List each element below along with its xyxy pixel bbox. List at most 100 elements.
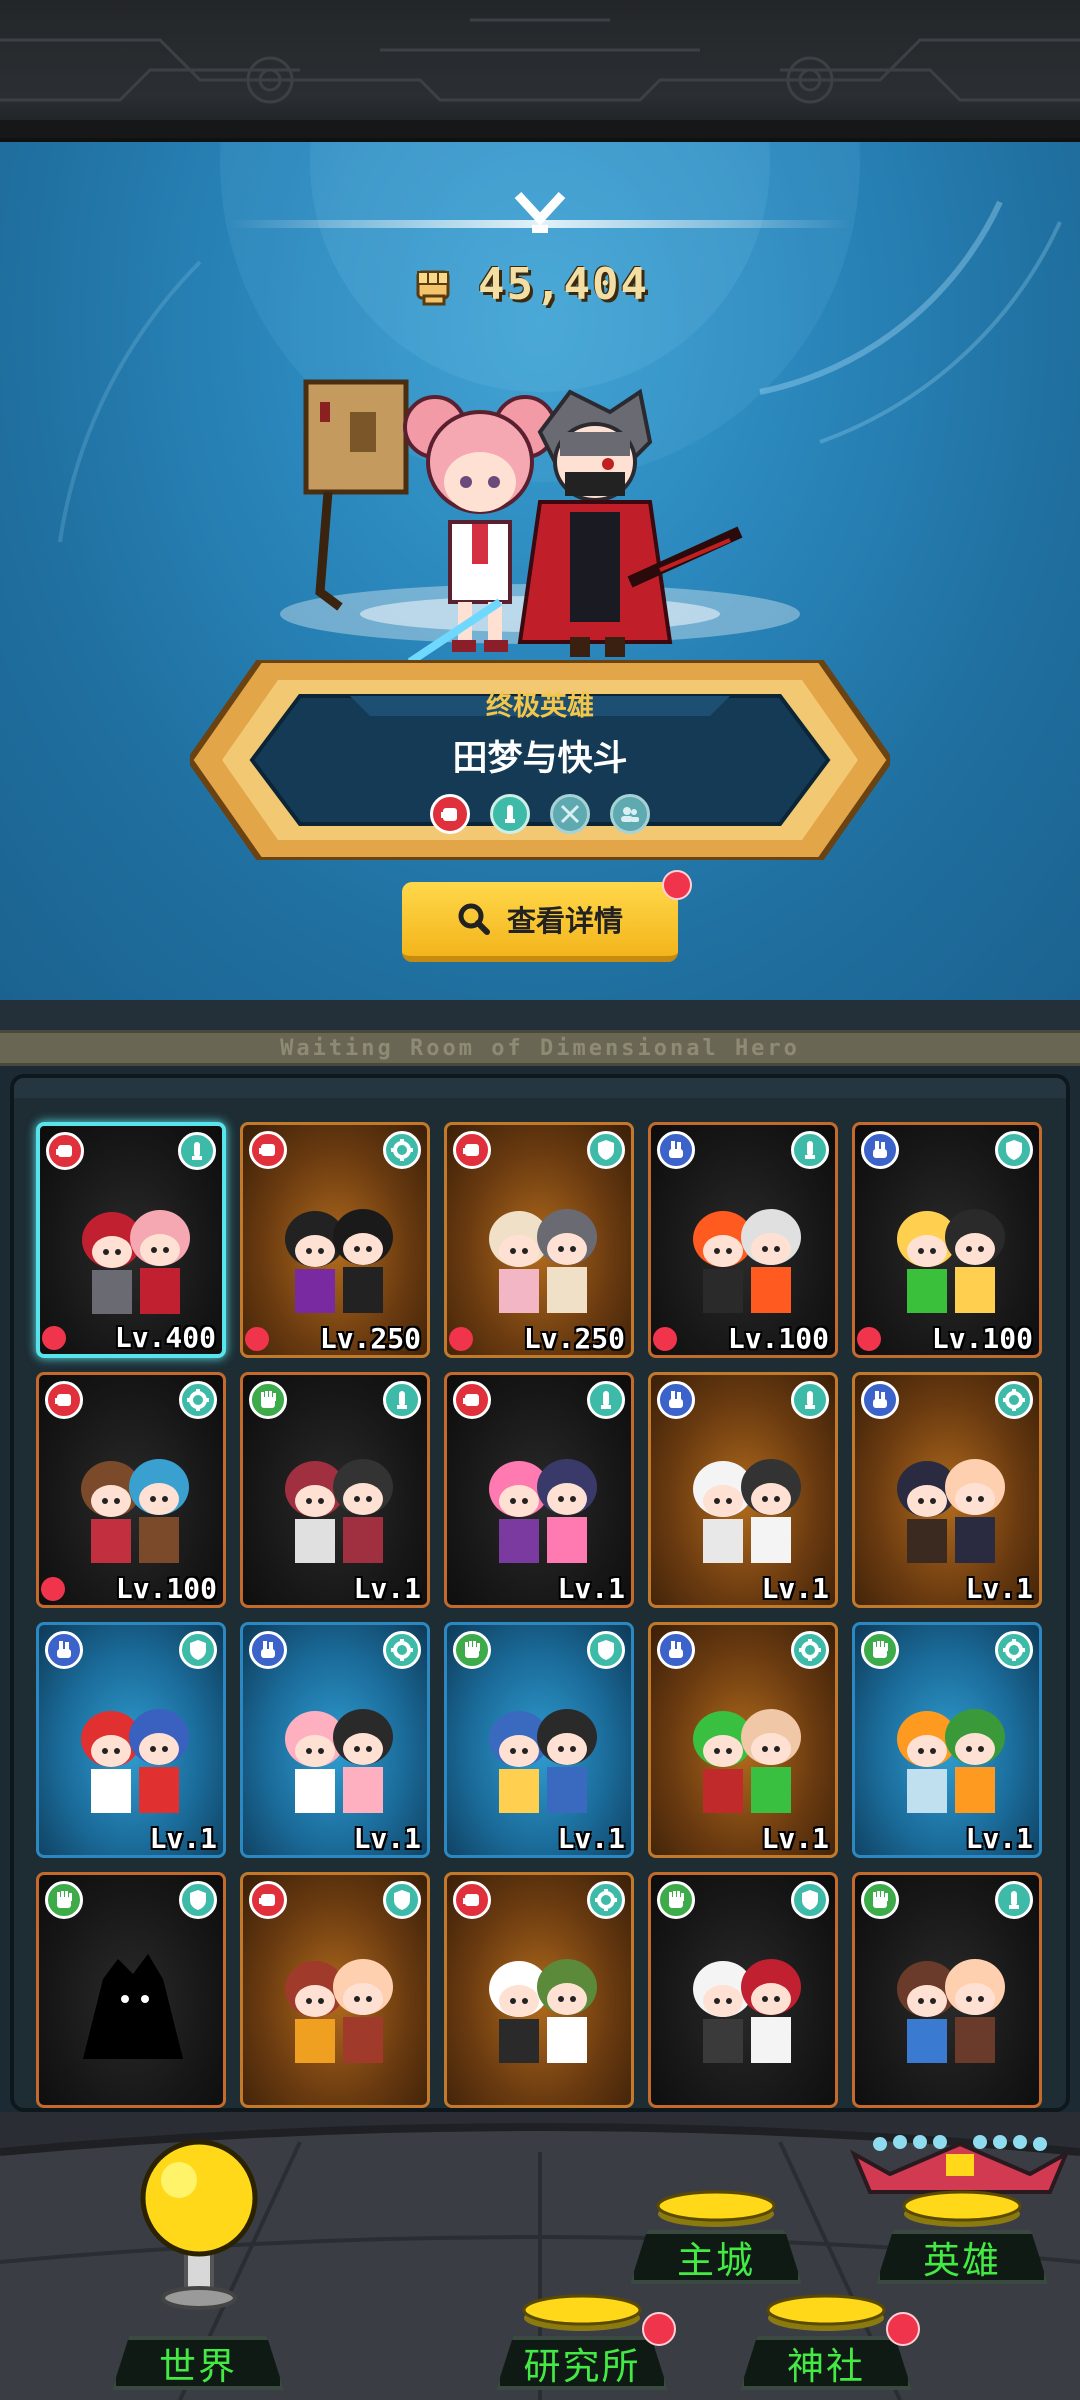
scissors-hand-icon <box>657 1131 695 1169</box>
section-divider <box>0 1000 1080 1030</box>
hero-portrait <box>285 1959 393 2063</box>
gear-icon <box>383 1131 421 1169</box>
shield-icon <box>587 1631 625 1669</box>
gear-icon <box>791 1631 829 1669</box>
hero-card[interactable] <box>36 1872 226 2108</box>
hero-card[interactable]: Lv.1 <box>444 1372 634 1608</box>
hero-crown-icon <box>850 2135 1070 2194</box>
shield-icon <box>383 1881 421 1919</box>
rock-fist-icon <box>249 1131 287 1169</box>
nav-shrine-button[interactable]: 神社 <box>740 2294 920 2394</box>
hero-level: Lv.1 <box>353 1822 421 1855</box>
chevron-down-icon[interactable] <box>512 187 568 235</box>
hero-card[interactable]: Lv.1 <box>444 1622 634 1858</box>
arcade-button-cap <box>656 2190 776 2227</box>
hero-level: Lv.400 <box>114 1321 216 1354</box>
scissors-hand-icon <box>861 1381 899 1419</box>
rock-fist-icon <box>453 1131 491 1169</box>
hero-card[interactable]: Lv.1 <box>852 1622 1042 1858</box>
pillar-icon <box>587 1381 625 1419</box>
panel-top-edge <box>14 1078 1066 1098</box>
rock-fist-icon <box>453 1381 491 1419</box>
hero-card[interactable] <box>444 1872 634 2108</box>
paper-hand-icon <box>453 1631 491 1669</box>
hero-level: Lv.100 <box>115 1572 217 1605</box>
hero-card[interactable]: Lv.1 <box>240 1372 430 1608</box>
hero-card[interactable] <box>852 1872 1042 2108</box>
pillar-icon <box>490 794 530 834</box>
top-circuit-bar <box>0 0 1080 142</box>
hero-portrait <box>489 1709 597 1813</box>
gear-icon <box>995 1381 1033 1419</box>
gear-icon <box>587 1881 625 1919</box>
hero-level: Lv.250 <box>319 1322 421 1355</box>
scissors-hand-icon <box>657 1381 695 1419</box>
circuit-decoration <box>0 18 1080 138</box>
hero-attribute-row <box>190 794 890 834</box>
paper-hand-icon <box>861 1881 899 1919</box>
hero-portrait <box>693 1959 801 2063</box>
nav-world-button[interactable]: 世界 <box>112 2336 284 2396</box>
combat-power-value: 45,404 <box>478 258 649 310</box>
hero-card[interactable]: Lv.100 <box>36 1372 226 1608</box>
nav-shrine-label: 神社 <box>787 2345 865 2388</box>
paper-hand-icon <box>45 1881 83 1919</box>
arcade-button-cap <box>766 2294 886 2331</box>
nav-research-label: 研究所 <box>523 2345 641 2388</box>
arcade-button-cap <box>522 2294 642 2331</box>
world-joystick-icon[interactable] <box>134 2140 264 2310</box>
shield-icon <box>995 1131 1033 1169</box>
hero-portrait <box>81 1459 189 1563</box>
search-icon <box>458 903 490 935</box>
hero-card[interactable]: Lv.100 <box>648 1122 838 1358</box>
team-icon <box>610 794 650 834</box>
waiting-room-banner: Waiting Room of Dimensional Hero <box>0 1030 1080 1066</box>
hero-portrait <box>897 1959 1005 2063</box>
hero-card[interactable]: Lv.250 <box>240 1122 430 1358</box>
hero-portrait <box>285 1709 393 1813</box>
hero-card[interactable]: Lv.1 <box>852 1372 1042 1608</box>
notification-dot <box>41 1577 65 1601</box>
hero-card[interactable]: Lv.1 <box>36 1622 226 1858</box>
scissors-hand-icon <box>657 1631 695 1669</box>
arcade-button-cap <box>902 2190 1022 2227</box>
hero-portrait <box>693 1709 801 1813</box>
hero-portrait <box>693 1459 801 1563</box>
hero-card[interactable] <box>648 1872 838 2108</box>
view-details-label: 查看详情 <box>506 904 623 938</box>
notification-dot <box>857 1327 881 1351</box>
hero-portrait <box>897 1709 1005 1813</box>
rock-fist-icon <box>453 1881 491 1919</box>
hero-card[interactable] <box>240 1872 430 2108</box>
hero-portrait <box>81 1709 189 1813</box>
hero-portrait <box>285 1209 393 1313</box>
hero-card[interactable]: Lv.1 <box>648 1372 838 1608</box>
nav-heroes-button[interactable]: 英雄 <box>876 2190 1048 2290</box>
hero-card[interactable]: Lv.250 <box>444 1122 634 1358</box>
hero-card[interactable]: Lv.1 <box>240 1622 430 1858</box>
nav-heroes-label: 英雄 <box>923 2239 1001 2282</box>
hero-level: Lv.1 <box>761 1572 829 1605</box>
hero-portrait <box>693 1209 801 1313</box>
scissors-hand-icon <box>45 1631 83 1669</box>
hero-level: Lv.1 <box>557 1572 625 1605</box>
shield-icon <box>587 1131 625 1169</box>
nav-main-city-button[interactable]: 主城 <box>630 2190 802 2290</box>
scissors-hand-icon <box>249 1631 287 1669</box>
hero-level: Lv.1 <box>761 1822 829 1855</box>
nav-main-city-label: 主城 <box>677 2239 755 2282</box>
hero-portrait <box>489 1209 597 1313</box>
rock-fist-icon <box>45 1381 83 1419</box>
hero-card[interactable]: Lv.100 <box>852 1122 1042 1358</box>
hero-portrait <box>489 1959 597 2063</box>
notification-dot <box>449 1327 473 1351</box>
hero-card[interactable]: Lv.1 <box>648 1622 838 1858</box>
view-details-button[interactable]: 查看详情 <box>402 870 692 962</box>
hero-card[interactable]: Lv.400 <box>36 1122 226 1358</box>
hero-portrait <box>897 1459 1005 1563</box>
hero-grid-panel: Lv.400 Lv.250 Lv.250 Lv.100 Lv.100 Lv.100 Lv.1… <box>10 1074 1070 2112</box>
notification-dot <box>42 1326 66 1350</box>
nav-research-button[interactable]: 研究所 <box>496 2294 676 2394</box>
hero-level: Lv.1 <box>557 1822 625 1855</box>
pillar-icon <box>995 1881 1033 1919</box>
